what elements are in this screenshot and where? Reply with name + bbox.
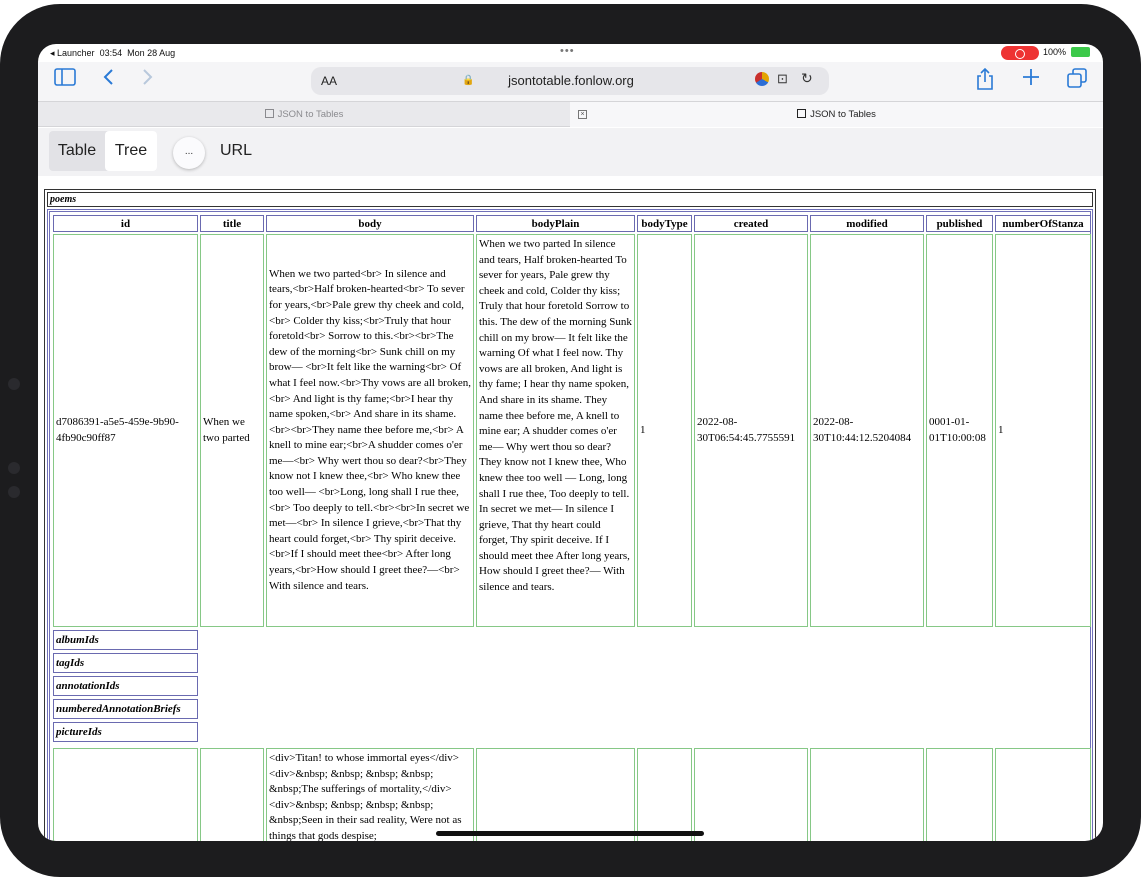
table-view-button[interactable]: Table <box>49 131 105 171</box>
cell-id: d7086391-a5e5-459e-9b90-4fb90c90ff87 <box>53 234 198 627</box>
cell-modified: 2022-08-30T10:44:12.5204084 <box>810 234 924 627</box>
home-indicator[interactable] <box>436 831 704 836</box>
new-tab-icon[interactable] <box>1022 68 1040 91</box>
column-header: modified <box>810 215 924 232</box>
tab-json-to-tables-1[interactable]: JSON to Tables <box>38 102 570 127</box>
table-row: d7086391-a5e5-459e-9b90-4fb90c90ff87 Whe… <box>53 234 1091 627</box>
tab-bar: JSON to Tables × JSON to Tables <box>38 101 1103 127</box>
status-date: Mon 28 Aug <box>127 48 176 58</box>
column-header: published <box>926 215 993 232</box>
cell-body-plain: When we two parted In silence and tears,… <box>476 234 635 627</box>
column-header: numberOfStanza <box>995 215 1091 232</box>
back-icon[interactable] <box>102 68 114 91</box>
header-row: id title body bodyPlain bodyType created… <box>53 215 1091 232</box>
status-bar: ◂ Launcher 03:54 Mon 28 Aug ••• 100% <box>38 44 1103 62</box>
browser-toolbar: AA 🔒 jsontotable.fonlow.org ⊡ ↻ <box>38 62 1103 101</box>
more-options-button[interactable]: ... <box>173 137 205 169</box>
back-to-app-link[interactable]: ◂ Launcher <box>50 48 95 58</box>
cell-number-of-stanza: 1 <box>995 234 1091 627</box>
screen: ◂ Launcher 03:54 Mon 28 Aug ••• 100% AA … <box>38 44 1103 841</box>
share-icon[interactable] <box>976 67 994 95</box>
cell-body-type: 1 <box>637 234 692 627</box>
poems-data-table: id title body bodyPlain bodyType created… <box>51 213 1093 841</box>
camera-dot <box>8 462 20 474</box>
table-caption: poems <box>47 192 1093 207</box>
extension-icon[interactable] <box>755 72 769 86</box>
app-toolbar: Table Tree ... URL <box>38 128 1103 176</box>
close-tab-icon[interactable]: × <box>578 110 587 119</box>
favicon-icon <box>264 109 274 118</box>
tree-view-button[interactable]: Tree <box>105 131 157 171</box>
sub-table-picture-ids: pictureIds <box>53 722 198 742</box>
address-bar[interactable]: AA 🔒 jsontotable.fonlow.org ⊡ ↻ <box>311 67 829 95</box>
reload-icon[interactable]: ↻ <box>801 70 813 87</box>
text-size-button[interactable]: AA <box>321 74 337 88</box>
url-button[interactable]: URL <box>220 142 252 160</box>
sub-table-album-ids: albumIds <box>53 630 198 650</box>
screen-recording-icon[interactable] <box>1001 46 1039 60</box>
cell-body: <div>Titan! to whose immortal eyes</div>… <box>266 748 474 841</box>
multitasking-dots-icon[interactable]: ••• <box>560 45 575 57</box>
column-header: bodyType <box>637 215 692 232</box>
forward-icon[interactable] <box>142 68 154 91</box>
column-header: title <box>200 215 264 232</box>
sidebar-toggle-icon[interactable] <box>54 68 76 91</box>
table-favicon-icon <box>797 109 807 118</box>
url-text[interactable]: jsontotable.fonlow.org <box>471 73 671 88</box>
column-header: body <box>266 215 474 232</box>
cell-created: 2022-08-30T06:54:45.7755591 <box>694 234 808 627</box>
column-header: created <box>694 215 808 232</box>
sub-table-numbered-annotation-briefs: numberedAnnotationBriefs <box>53 699 198 719</box>
battery-percent: 100% <box>1043 47 1067 57</box>
cell-published: 0001-01-01T10:00:08 <box>926 234 993 627</box>
camera-dot <box>8 378 20 390</box>
sub-table-tag-ids: tagIds <box>53 653 198 673</box>
column-header: bodyPlain <box>476 215 635 232</box>
column-header: id <box>53 215 198 232</box>
status-time: 03:54 <box>99 48 123 58</box>
table-row: <div>Titan! to whose immortal eyes</div>… <box>53 748 1091 841</box>
ipad-frame: ◂ Launcher 03:54 Mon 28 Aug ••• 100% AA … <box>0 4 1141 877</box>
tab-json-to-tables-2[interactable]: × JSON to Tables <box>570 102 1103 127</box>
cell-title: When we two parted <box>200 234 264 627</box>
nested-tables-row: albumIds tagIds annotationIds numberedAn… <box>53 629 1091 746</box>
poems-table: poems id title body bodyPlain bodyType c… <box>44 189 1096 841</box>
json-table-view: poems id title body bodyPlain bodyType c… <box>44 189 1096 841</box>
view-toggle: Table Tree <box>49 131 157 171</box>
sub-table-annotation-ids: annotationIds <box>53 676 198 696</box>
camera-dot <box>8 486 20 498</box>
reader-icon[interactable]: ⊡ <box>777 71 788 87</box>
tab-overview-icon[interactable] <box>1067 68 1087 93</box>
battery-icon <box>1071 47 1090 57</box>
cell-body: When we two parted<br> In silence and te… <box>266 234 474 627</box>
